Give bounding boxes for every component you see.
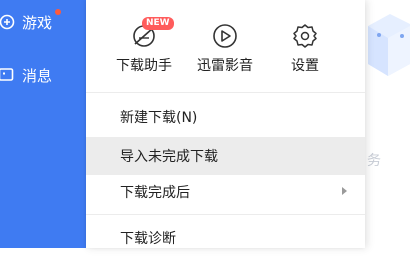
sidebar: 游戏 消息: [0, 0, 86, 248]
gear-icon: [265, 22, 345, 50]
settings-button[interactable]: 设置: [265, 22, 345, 75]
media-player-button[interactable]: 迅雷影音: [185, 22, 265, 75]
menu-divider: [86, 214, 365, 215]
menu-item-label: 下载完成后: [120, 185, 190, 201]
menu-divider: [86, 92, 365, 93]
main-menu-dropdown: NEW 下载助手 迅雷影音 设置 新建下载(N) 导入未完成下载 下载完成后 下…: [86, 0, 365, 248]
sidebar-item-games[interactable]: 游戏: [0, 7, 86, 37]
menu-item-label: 新建下载(N): [120, 110, 198, 126]
menu-item-import-unfinished[interactable]: 导入未完成下载: [86, 137, 365, 175]
quick-action-label: 下载助手: [116, 58, 172, 74]
sidebar-item-messages[interactable]: 消息: [0, 60, 86, 90]
message-icon: [0, 67, 14, 83]
quick-action-label: 设置: [291, 58, 319, 74]
media-player-icon: [185, 22, 265, 50]
menu-item-download-diagnosis[interactable]: 下载诊断: [86, 219, 365, 257]
new-badge: NEW: [142, 17, 174, 30]
notification-dot: [55, 9, 61, 15]
quick-action-label: 迅雷影音: [197, 58, 253, 74]
menu-item-after-download[interactable]: 下载完成后: [86, 173, 365, 211]
background-text-fragment: 务: [367, 153, 381, 169]
sidebar-item-label: 游戏: [22, 13, 53, 32]
menu-item-label: 下载诊断: [120, 231, 176, 247]
sidebar-item-label: 消息: [22, 66, 53, 85]
menu-item-new-download[interactable]: 新建下载(N): [86, 98, 365, 136]
gamepad-icon: [0, 14, 15, 30]
menu-item-label: 导入未完成下载: [120, 149, 218, 165]
download-assistant-button[interactable]: NEW 下载助手: [104, 17, 184, 75]
illustration-graphic: [368, 14, 410, 76]
submenu-arrow-icon: [342, 187, 347, 195]
quick-actions: NEW 下载助手 迅雷影音 设置: [86, 0, 365, 92]
